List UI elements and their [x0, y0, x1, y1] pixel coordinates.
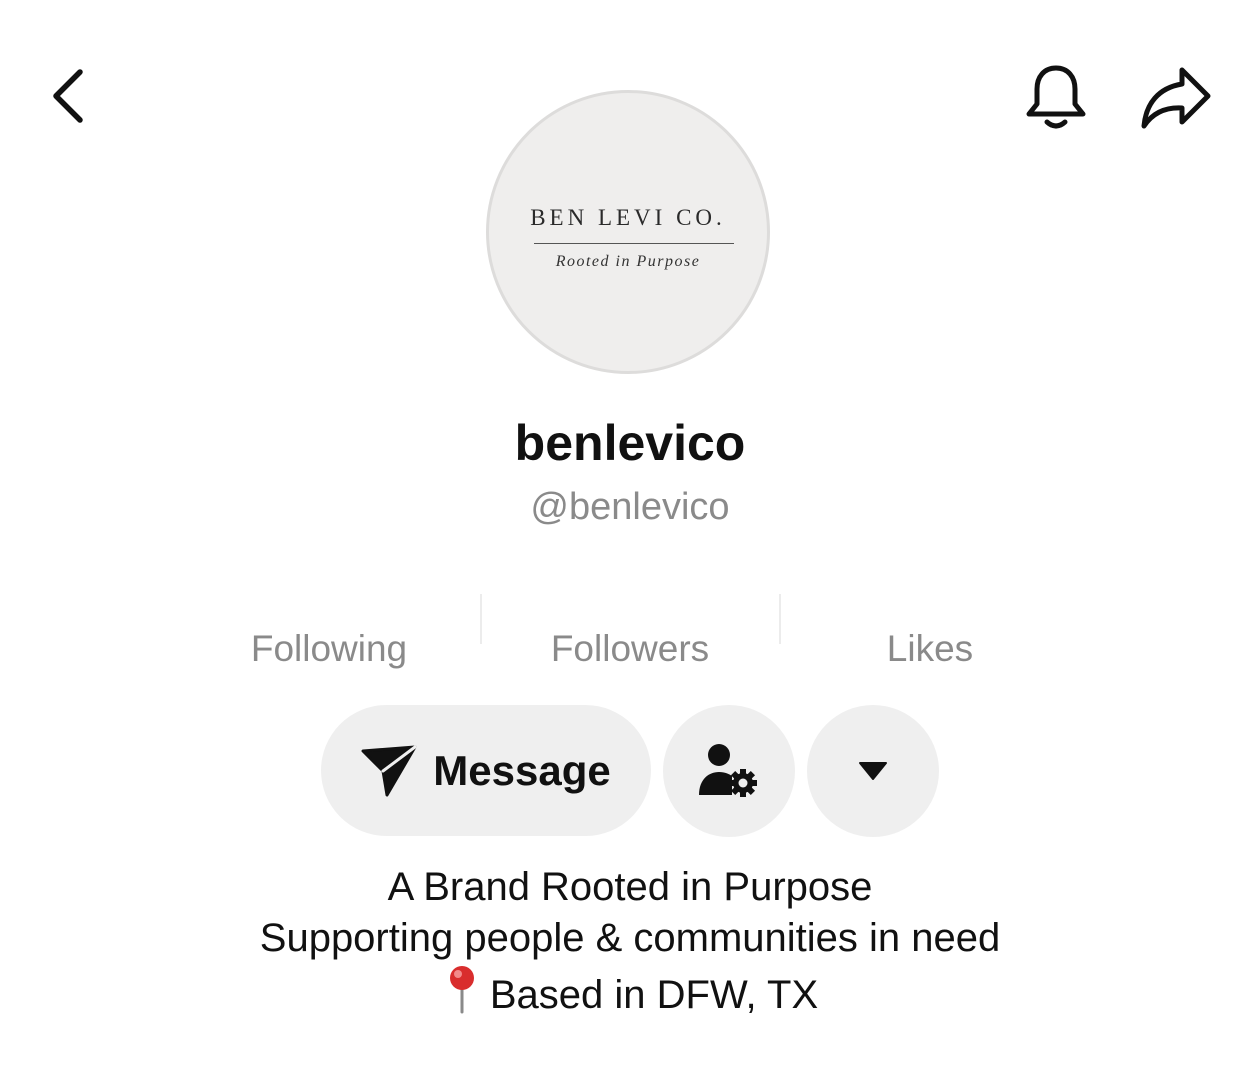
more-options-button[interactable]: [807, 705, 939, 837]
bio-line-1: A Brand Rooted in Purpose: [387, 865, 873, 909]
stat-following[interactable]: Following: [179, 570, 479, 680]
bell-icon: [1026, 65, 1086, 129]
caret-down-icon: [859, 762, 887, 780]
logo-divider: [534, 243, 734, 244]
stat-followers[interactable]: Followers: [480, 570, 780, 680]
notification-bell-button[interactable]: [1016, 58, 1096, 138]
message-button[interactable]: Message: [321, 705, 651, 836]
bio-line-3: Based in DFW, TX: [489, 973, 819, 1017]
username-handle: @benlevico: [530, 486, 730, 528]
likes-count: [780, 570, 1080, 620]
back-button[interactable]: [36, 60, 100, 132]
stat-likes[interactable]: Likes: [780, 570, 1080, 680]
profile-bio: A Brand Rooted in Purpose Supporting peo…: [0, 862, 1260, 1021]
logo-tagline: Rooted in Purpose: [555, 253, 701, 270]
user-gear-icon: [699, 744, 757, 797]
bio-line-2: Supporting people & communities in need: [259, 916, 1001, 960]
followers-count: [480, 570, 780, 620]
logo-title: BEN LEVI CO.: [530, 205, 726, 230]
following-count: [179, 570, 479, 620]
send-icon: [361, 745, 417, 796]
followers-label: Followers: [550, 628, 710, 669]
message-button-label: Message: [433, 746, 611, 794]
pushpin-icon: [449, 966, 474, 1014]
bio-line-3-wrap: Based in DFW, TX: [0, 964, 1260, 1021]
likes-label: Likes: [886, 628, 974, 669]
share-arrow-icon: [1141, 67, 1211, 129]
follow-settings-button[interactable]: [663, 705, 795, 837]
chevron-left-icon: [53, 69, 83, 123]
share-button[interactable]: [1132, 58, 1220, 138]
display-name: benlevico: [514, 415, 746, 471]
following-label: Following: [250, 628, 408, 669]
profile-avatar[interactable]: BEN LEVI CO. Rooted in Purpose: [486, 90, 770, 374]
